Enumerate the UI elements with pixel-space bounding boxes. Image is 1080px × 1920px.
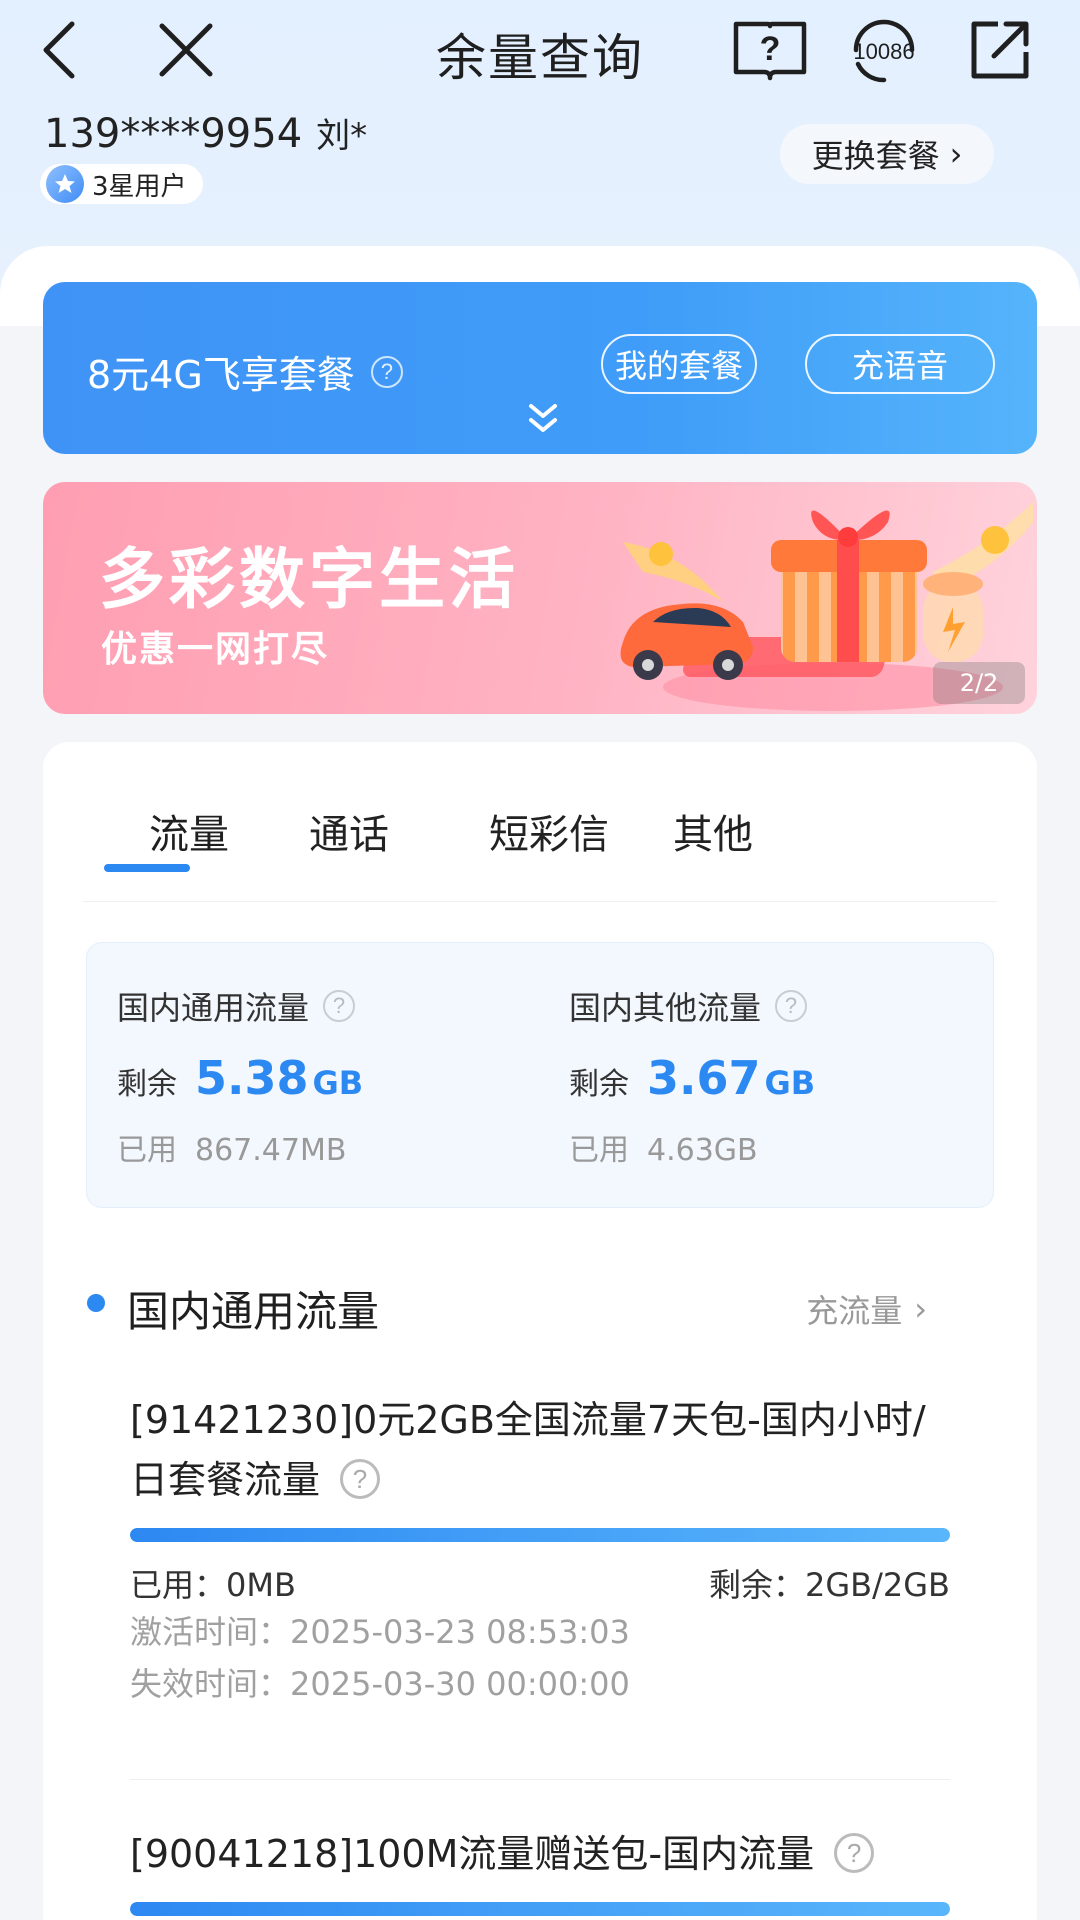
- help-circle-icon[interactable]: ?: [834, 1832, 875, 1873]
- help-book-icon[interactable]: ?: [728, 8, 812, 92]
- topup-data-link[interactable]: 充流量 ›: [806, 1286, 927, 1332]
- help-circle-icon[interactable]: ?: [340, 1458, 381, 1499]
- usage-progress-bar: [130, 1902, 950, 1916]
- help-circle-icon[interactable]: ?: [370, 355, 403, 388]
- remaining-row: 剩余 5.38 GB: [117, 1051, 537, 1105]
- remaining-value: 5.38: [195, 1051, 309, 1105]
- my-plan-button[interactable]: 我的套餐: [601, 334, 757, 394]
- user-name: 刘*: [316, 116, 368, 156]
- expiry-time: 失效时间：2025-03-30 00:00:00: [130, 1665, 630, 1703]
- used-row: 已用 4.63GB: [569, 1125, 989, 1169]
- data-summary: 国内通用流量 ? 剩余 5.38 GB 已用 867.47MB 国内其他流量 ? …: [86, 942, 994, 1208]
- plan-card[interactable]: 8元4G飞享套餐 ? 我的套餐 充语音: [43, 282, 1037, 454]
- summary-title: 国内通用流量 ?: [117, 983, 537, 1029]
- used-value: 4.63GB: [647, 1133, 758, 1168]
- usage-progress-fill: [130, 1902, 950, 1916]
- bullet-dot: [87, 1294, 105, 1312]
- package-title: [91421230]0元2GB全国流量7天包-国内小时/日套餐流量?: [130, 1390, 950, 1510]
- tab-bar: 流量 通话 短彩信 其他: [83, 802, 997, 892]
- user-level-badge[interactable]: 3星用户: [40, 164, 203, 204]
- package-title-text: [91421230]0元2GB全国流量7天包-国内小时/日套餐流量: [130, 1398, 926, 1502]
- package-title: [90041218]100M流量赠送包-国内流量?: [130, 1824, 950, 1884]
- active-tab-indicator: [104, 864, 190, 872]
- section-title: 国内通用流量: [127, 1287, 380, 1336]
- user-level-label: 3星用户: [92, 171, 187, 202]
- used-value: 867.47MB: [195, 1133, 347, 1168]
- divider: [83, 901, 997, 902]
- double-chevron-down-icon[interactable]: [523, 400, 563, 440]
- remaining-unit: GB: [764, 1064, 816, 1102]
- balance-card: 流量 通话 短彩信 其他 国内通用流量 ? 剩余 5.38 GB 已用 867.4…: [43, 742, 1037, 1920]
- share-icon[interactable]: [958, 8, 1042, 92]
- other-data-summary: 国内其他流量 ? 剩余 3.67 GB 已用 4.63GB: [569, 983, 989, 1169]
- summary-title-text: 国内其他流量: [569, 989, 762, 1027]
- used-amount: 已用：0MB: [130, 1566, 296, 1604]
- used-row: 已用 867.47MB: [117, 1125, 537, 1169]
- remaining-value: 3.67: [647, 1051, 761, 1105]
- tab-data[interactable]: 流量: [149, 802, 229, 860]
- plan-name-label: 8元4G飞享套餐: [87, 353, 355, 397]
- tab-other[interactable]: 其他: [673, 802, 753, 860]
- nav-bar: 余量查询 ? 10086: [0, 0, 1080, 100]
- change-plan-button[interactable]: 更换套餐 ›: [780, 124, 994, 184]
- remaining-unit: GB: [312, 1064, 364, 1102]
- package-title-text: [90041218]100M流量赠送包-国内流量: [130, 1832, 815, 1876]
- remaining-label: 剩余: [569, 1067, 629, 1102]
- remaining-amount: 剩余：2GB/2GB: [708, 1566, 950, 1604]
- section-header: 国内通用流量 充流量 ›: [83, 1272, 997, 1336]
- voice-topup-button[interactable]: 充语音: [805, 334, 995, 394]
- hotline-number: 10086: [853, 39, 914, 64]
- banner-subtitle: 优惠一网打尽: [101, 629, 330, 670]
- change-plan-label: 更换套餐: [811, 137, 940, 175]
- chevron-right-icon: ›: [949, 135, 963, 173]
- svg-text:?: ?: [760, 30, 781, 68]
- banner-page-indicator: 2/2: [933, 662, 1025, 704]
- promo-banner[interactable]: 多彩数字生活 优惠一网打尽 2/2: [43, 482, 1037, 714]
- usage-progress-fill: [130, 1528, 950, 1542]
- tab-sms-mms[interactable]: 短彩信: [489, 802, 609, 860]
- tab-calls[interactable]: 通话: [309, 802, 389, 860]
- remaining-row: 剩余 3.67 GB: [569, 1051, 989, 1105]
- user-phone: 139****9954 刘*: [44, 108, 367, 157]
- topup-data-label: 充流量: [806, 1292, 903, 1330]
- customer-service-icon[interactable]: 10086: [842, 8, 926, 92]
- package-item[interactable]: [90041218]100M流量赠送包-国内流量?: [130, 1824, 950, 1916]
- usage-row: 已用：0MB 剩余：2GB/2GB: [130, 1560, 950, 1606]
- used-label: 已用: [117, 1133, 177, 1168]
- summary-title: 国内其他流量 ?: [569, 983, 989, 1029]
- usage-progress-bar: [130, 1528, 950, 1542]
- package-item[interactable]: [91421230]0元2GB全国流量7天包-国内小时/日套餐流量? 已用：0M…: [130, 1390, 950, 1710]
- used-label: 已用: [569, 1133, 629, 1168]
- plan-name: 8元4G飞享套餐 ?: [87, 344, 403, 399]
- help-circle-icon[interactable]: ?: [775, 990, 808, 1022]
- remaining-label: 剩余: [117, 1067, 177, 1102]
- banner-title: 多彩数字生活: [99, 541, 519, 618]
- star-icon: [46, 165, 84, 203]
- phone-number: 139****9954: [44, 111, 303, 157]
- chevron-right-icon: ›: [914, 1290, 927, 1328]
- help-circle-icon[interactable]: ?: [323, 990, 356, 1022]
- activation-time: 激活时间：2025-03-23 08:53:03: [130, 1613, 630, 1651]
- divider: [130, 1779, 950, 1780]
- summary-title-text: 国内通用流量: [117, 989, 310, 1027]
- general-data-summary: 国内通用流量 ? 剩余 5.38 GB 已用 867.47MB: [117, 983, 537, 1169]
